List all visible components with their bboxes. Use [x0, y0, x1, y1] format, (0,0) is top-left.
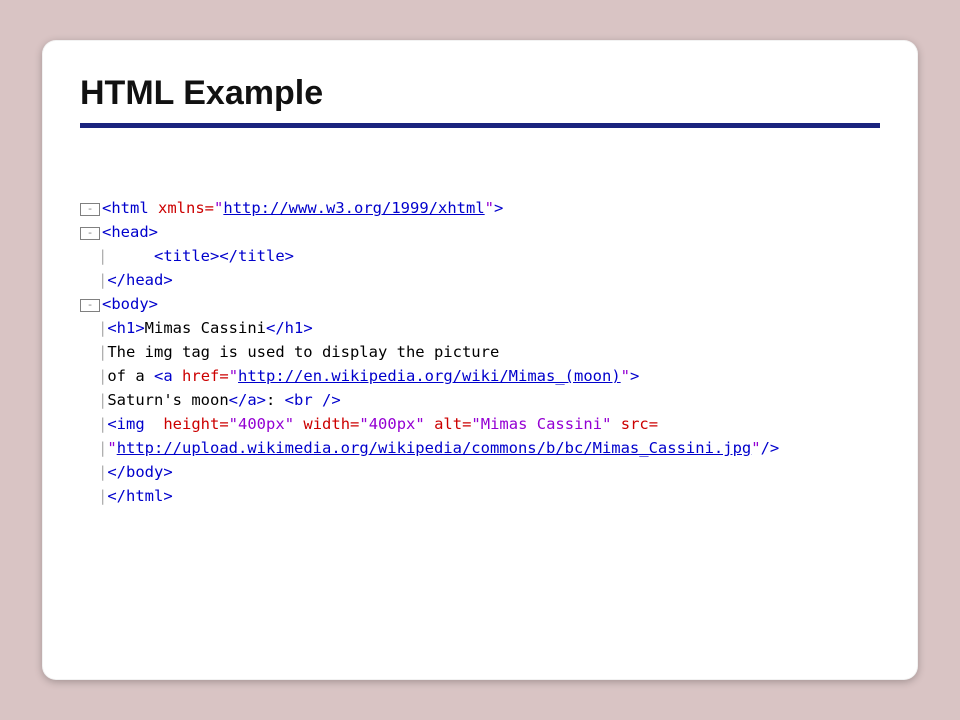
slide-title: HTML Example	[80, 74, 880, 113]
fold-minus-icon[interactable]: -	[80, 203, 100, 216]
fold-minus-icon[interactable]: -	[80, 227, 100, 240]
xmlns-link[interactable]: http://www.w3.org/1999/xhtml	[223, 199, 484, 217]
fold-minus-icon[interactable]: -	[80, 299, 100, 312]
img-src-link[interactable]: http://upload.wikimedia.org/wikipedia/co…	[117, 439, 752, 457]
title-rule	[80, 123, 880, 128]
code-block: -<html xmlns="http://www.w3.org/1999/xht…	[80, 172, 880, 532]
wiki-link[interactable]: http://en.wikipedia.org/wiki/Mimas_(moon…	[238, 367, 621, 385]
slide: HTML Example -<html xmlns="http://www.w3…	[42, 40, 918, 680]
body-text: The img tag is used to display the pictu…	[107, 343, 499, 361]
h1-content: Mimas Cassini	[145, 319, 266, 337]
